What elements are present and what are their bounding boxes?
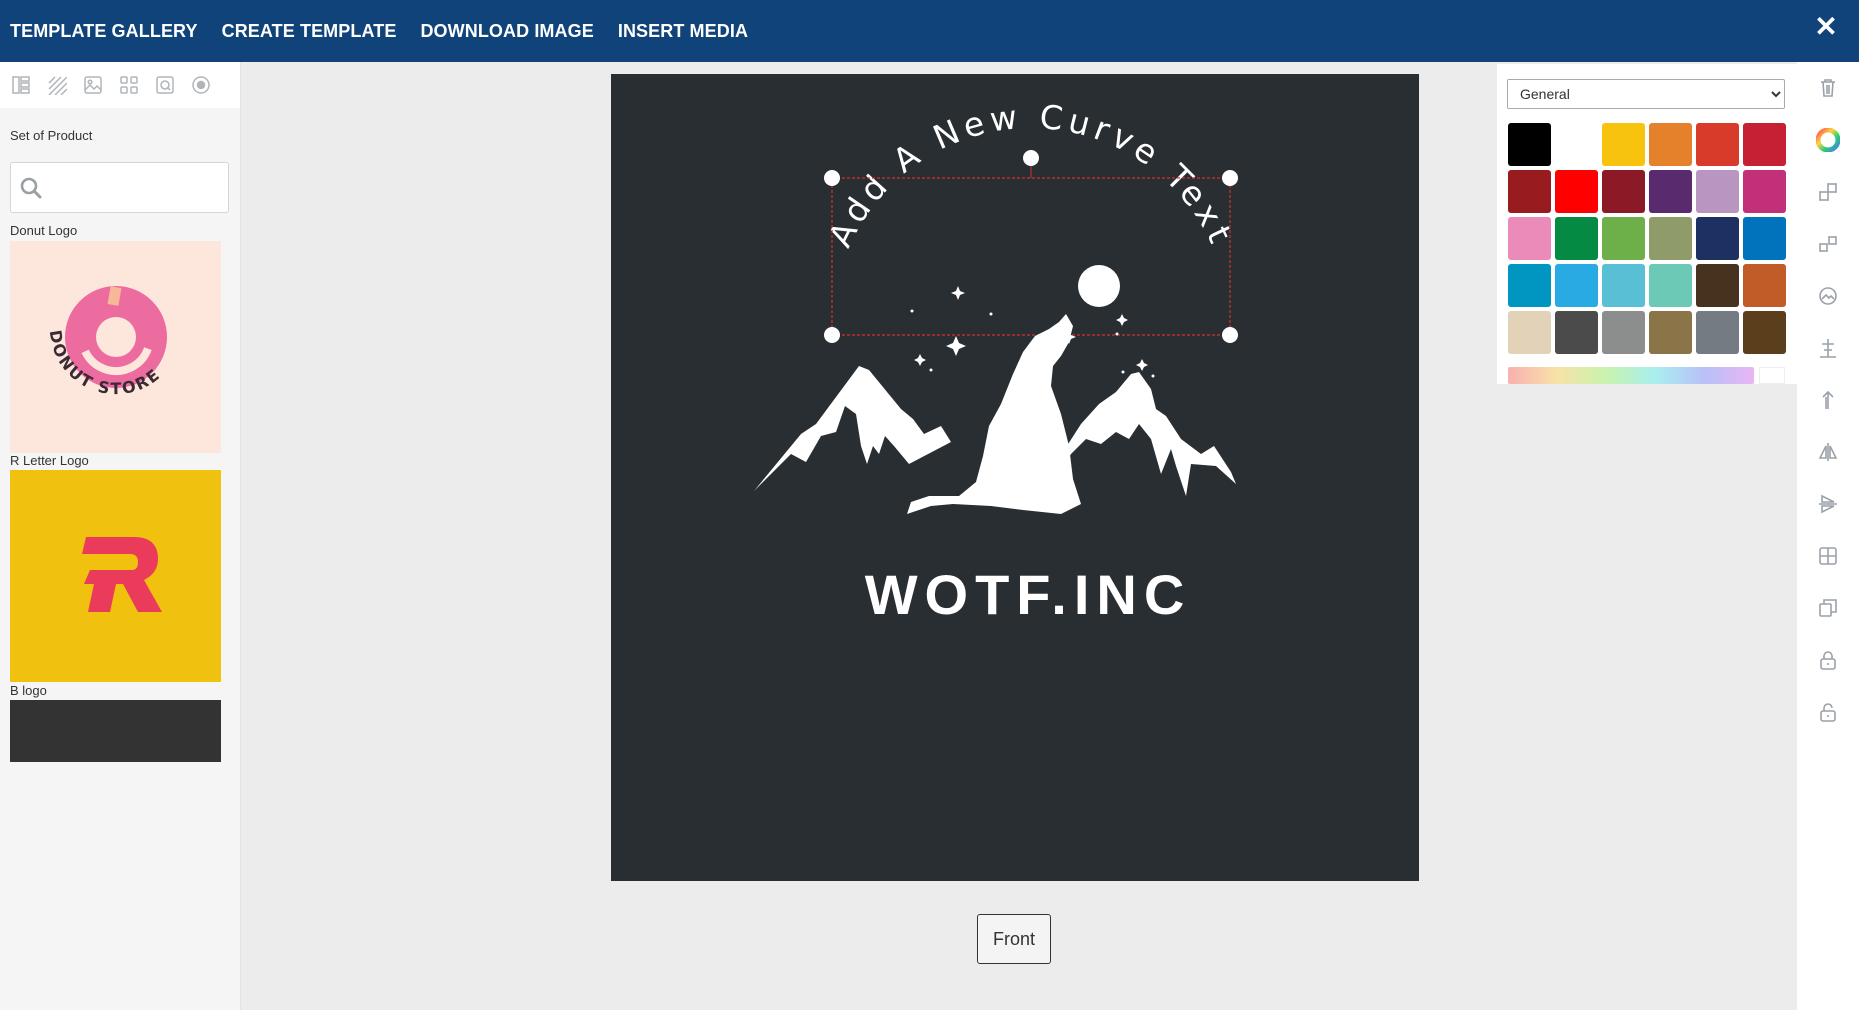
color-swatch[interactable] bbox=[1602, 311, 1645, 354]
lock-icon[interactable] bbox=[1816, 648, 1840, 672]
r-letter-logo-image bbox=[82, 537, 162, 612]
trash-icon[interactable] bbox=[1816, 76, 1840, 100]
color-swatch[interactable] bbox=[1508, 123, 1551, 166]
selection-box bbox=[831, 177, 1231, 336]
color-swatch[interactable] bbox=[1555, 264, 1598, 307]
rotate-handle[interactable] bbox=[1023, 150, 1039, 166]
template-thumb-donut-logo[interactable]: DONUT STORE bbox=[10, 241, 221, 453]
send-backward-icon[interactable] bbox=[1816, 232, 1840, 256]
nav-download-image[interactable]: DOWNLOAD IMAGE bbox=[420, 21, 593, 42]
front-side-button[interactable]: Front bbox=[977, 914, 1051, 964]
template-title: Donut Logo bbox=[10, 223, 78, 238]
color-swatch[interactable] bbox=[1602, 217, 1645, 260]
color-swatch[interactable] bbox=[1508, 217, 1551, 260]
donut-logo-image: DONUT STORE bbox=[46, 286, 167, 398]
color-swatch[interactable] bbox=[1696, 123, 1739, 166]
color-swatch[interactable] bbox=[1508, 170, 1551, 213]
pattern-icon[interactable] bbox=[46, 74, 68, 96]
color-swatch[interactable] bbox=[1649, 123, 1692, 166]
resize-handle-top-left[interactable] bbox=[824, 170, 840, 186]
color-swatch[interactable] bbox=[1555, 170, 1598, 213]
layout-icon[interactable] bbox=[10, 74, 32, 96]
left-panel-toolbar bbox=[0, 62, 240, 108]
template-title: R Letter Logo bbox=[10, 453, 89, 468]
qr-code-icon[interactable] bbox=[154, 74, 176, 96]
nav-create-template[interactable]: CREATE TEMPLATE bbox=[222, 21, 397, 42]
resize-handle-bottom-left[interactable] bbox=[824, 327, 840, 343]
unlock-icon[interactable] bbox=[1816, 700, 1840, 724]
color-swatch[interactable] bbox=[1508, 264, 1551, 307]
color-swatch[interactable] bbox=[1696, 264, 1739, 307]
radio-target-icon[interactable] bbox=[190, 74, 212, 96]
color-swatch[interactable] bbox=[1743, 264, 1786, 307]
color-wheel-icon[interactable] bbox=[1816, 128, 1840, 152]
elements-grid-icon[interactable] bbox=[118, 74, 140, 96]
color-swatch[interactable] bbox=[1555, 123, 1598, 166]
color-swatch[interactable] bbox=[1649, 170, 1692, 213]
color-swatch[interactable] bbox=[1602, 123, 1645, 166]
color-swatch[interactable] bbox=[1602, 264, 1645, 307]
bring-forward-icon[interactable] bbox=[1816, 180, 1840, 204]
color-swatch[interactable] bbox=[1743, 311, 1786, 354]
moon-shape bbox=[1078, 265, 1120, 307]
move-up-icon[interactable] bbox=[1816, 388, 1840, 412]
duplicate-icon[interactable] bbox=[1816, 596, 1840, 620]
image-filter-icon[interactable] bbox=[1816, 284, 1840, 308]
left-panel: Set of Product Donut Logo DONUT STORE R … bbox=[0, 62, 241, 1010]
top-nav-bar: TEMPLATE GALLERY CREATE TEMPLATE DOWNLOA… bbox=[0, 0, 1859, 62]
nav-insert-media[interactable]: INSERT MEDIA bbox=[618, 21, 748, 42]
design-artwork: Add A New Curve Text WOTF.INC bbox=[754, 97, 1238, 626]
color-swatch[interactable] bbox=[1649, 217, 1692, 260]
search-icon bbox=[19, 176, 43, 205]
color-swatch[interactable] bbox=[1555, 217, 1598, 260]
resize-handle-top-right[interactable] bbox=[1222, 170, 1238, 186]
template-thumb-r-letter-logo[interactable] bbox=[10, 470, 221, 682]
color-panel: General bbox=[1497, 64, 1797, 384]
close-icon[interactable]: ✕ bbox=[1811, 10, 1841, 44]
color-swatch[interactable] bbox=[1743, 123, 1786, 166]
color-swatch[interactable] bbox=[1696, 170, 1739, 213]
template-title: B logo bbox=[10, 683, 47, 698]
wolf-mountain-illustration bbox=[754, 314, 1236, 514]
flip-vertical-icon[interactable] bbox=[1816, 492, 1840, 516]
spectrum-end-swatch[interactable] bbox=[1759, 367, 1785, 384]
color-swatch[interactable] bbox=[1649, 311, 1692, 354]
color-swatch[interactable] bbox=[1508, 311, 1551, 354]
color-swatch[interactable] bbox=[1743, 170, 1786, 213]
color-swatch[interactable] bbox=[1649, 264, 1692, 307]
right-toolbar bbox=[1797, 62, 1859, 1010]
template-search[interactable] bbox=[10, 162, 229, 213]
brand-text[interactable]: WOTF.INC bbox=[865, 563, 1192, 626]
palette-dropdown[interactable]: General bbox=[1507, 79, 1785, 109]
top-nav: TEMPLATE GALLERY CREATE TEMPLATE DOWNLOA… bbox=[10, 0, 748, 62]
flip-horizontal-icon[interactable] bbox=[1816, 440, 1840, 464]
color-swatch[interactable] bbox=[1555, 311, 1598, 354]
nav-template-gallery[interactable]: TEMPLATE GALLERY bbox=[10, 21, 198, 42]
color-swatch[interactable] bbox=[1696, 311, 1739, 354]
color-swatch[interactable] bbox=[1696, 217, 1739, 260]
color-swatch[interactable] bbox=[1602, 170, 1645, 213]
grid-icon[interactable] bbox=[1816, 544, 1840, 568]
color-spectrum-slider[interactable] bbox=[1508, 367, 1754, 384]
design-canvas[interactable]: Add A New Curve Text WOTF.INC bbox=[611, 74, 1419, 881]
align-icon[interactable] bbox=[1816, 336, 1840, 360]
section-label: Set of Product bbox=[10, 128, 93, 143]
resize-handle-bottom-right[interactable] bbox=[1222, 327, 1238, 343]
color-swatch[interactable] bbox=[1743, 217, 1786, 260]
color-swatch-grid bbox=[1508, 123, 1786, 354]
image-icon[interactable] bbox=[82, 74, 104, 96]
template-thumb-b-logo[interactable] bbox=[10, 700, 221, 762]
search-input[interactable] bbox=[47, 173, 217, 203]
